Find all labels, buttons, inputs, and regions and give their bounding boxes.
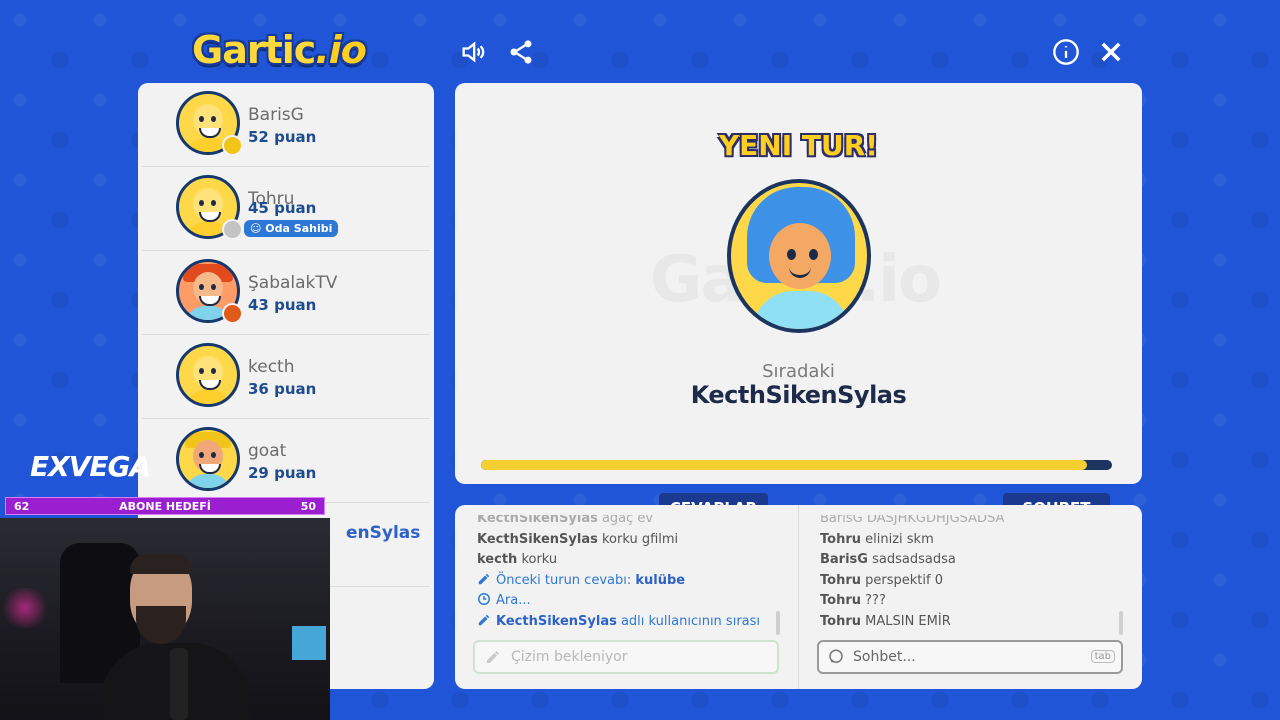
gartic-logo: Gartic.io <box>192 28 367 72</box>
streamer-brand: EXVEGA <box>30 450 151 483</box>
chat-scrollbar[interactable] <box>1119 611 1123 635</box>
list-item: Tohru elinizi skm <box>820 531 934 547</box>
list-item: Önceki turun cevabı: kulübe <box>477 571 767 592</box>
list-item: BarisG DASJHKGDHJGSADSA <box>820 515 1005 526</box>
webcam-overlay <box>0 518 330 720</box>
list-item: Tohru MALSIN EMİR <box>820 613 951 629</box>
clock-icon <box>478 593 490 605</box>
player-score: 36 puan <box>248 380 317 398</box>
game-canvas[interactable]: Gartic.io YENI TUR! Sıradaki KecthSikenS… <box>455 83 1142 484</box>
player-score: 29 puan <box>248 464 317 482</box>
divider <box>798 505 799 689</box>
next-player-avatar <box>727 179 871 333</box>
player-row[interactable]: Tohru 45 puan <box>142 167 430 251</box>
list-item: BarisG sadsadsadsa <box>820 552 956 567</box>
speaker-icon[interactable] <box>458 37 488 67</box>
answers-scrollbar[interactable] <box>776 611 780 635</box>
player-name: enSylas <box>346 523 421 543</box>
info-icon[interactable] <box>1051 37 1081 67</box>
player-name: BarisG <box>248 105 304 125</box>
close-icon[interactable] <box>1096 37 1126 67</box>
pencil-icon <box>478 573 490 584</box>
list-item: Tohru perspektif 0 <box>820 572 943 588</box>
chat-input[interactable]: Sohbet... tab <box>817 640 1123 674</box>
timer-bar <box>481 460 1112 470</box>
player-score: 52 puan <box>248 128 317 146</box>
answers-list: KecthSikenSylas ağaç ev KecthSikenSylas … <box>477 515 767 635</box>
player-row[interactable]: goat 29 puan <box>142 419 430 503</box>
player-row[interactable]: BarisG 52 puan <box>142 83 430 167</box>
player-name: ŞabalakTV <box>248 273 338 293</box>
subscriber-goal-bar: 62 ABONE HEDEFİ 50 <box>5 497 325 515</box>
bottom-panel: KecthSikenSylas ağaç ev KecthSikenSylas … <box>455 505 1142 689</box>
list-item: kecth korku <box>477 552 558 567</box>
list-item: KecthSikenSylas ağaç ev <box>477 515 654 526</box>
list-item: Ara... <box>477 591 767 612</box>
list-item: KecthSikenSylas adlı kullanıcının sırası <box>477 612 767 633</box>
crown-icon: ☺ <box>250 222 266 235</box>
player-score: 45 puan <box>248 199 317 217</box>
next-label: Sıradaki <box>762 361 835 382</box>
goal-label: ABONE HEDEFİ <box>119 499 211 513</box>
chat-list: BarisG DASJHKGDHJGSADSA Tohru elinizi sk… <box>820 515 1120 635</box>
list-item: Tohru ??? <box>820 593 886 608</box>
pencil-icon <box>478 614 490 625</box>
player-score: 43 puan <box>248 296 317 314</box>
pencil-icon <box>487 651 499 663</box>
list-item: KecthSikenSylas korku gfilmi <box>477 531 679 547</box>
chat-placeholder: Sohbet... <box>853 649 916 665</box>
goal-current: 62 <box>14 499 30 513</box>
player-row[interactable]: ŞabalakTV 43 puan <box>142 251 430 335</box>
player-name: kecth <box>248 357 295 377</box>
timer-fill <box>481 460 1087 470</box>
answer-placeholder: Çizim bekleniyor <box>511 649 628 665</box>
avatar <box>176 343 240 407</box>
player-row[interactable]: kecth 36 puan <box>142 335 430 419</box>
player-name: goat <box>248 441 287 461</box>
avatar <box>176 427 240 491</box>
status-dot <box>222 219 243 240</box>
host-badge: ☺ Oda Sahibi <box>244 220 339 237</box>
status-dot <box>222 303 243 324</box>
chat-bubble-icon <box>829 649 843 663</box>
round-title: YENI TUR! <box>718 129 879 162</box>
share-icon[interactable] <box>506 37 536 67</box>
next-player-name: KecthSikenSylas <box>690 381 907 409</box>
goal-target: 50 <box>300 499 316 513</box>
answer-input[interactable]: Çizim bekleniyor <box>473 640 779 674</box>
status-dot <box>222 135 243 156</box>
tab-key-hint: tab <box>1090 650 1115 663</box>
